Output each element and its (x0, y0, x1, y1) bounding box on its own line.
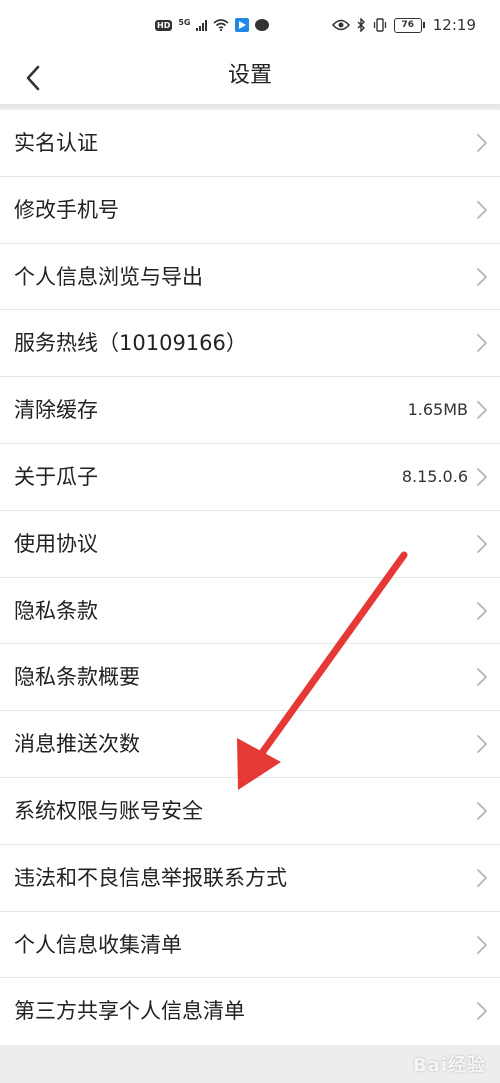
settings-row-label: 修改手机号 (14, 197, 119, 222)
clock: 12:19 (432, 16, 476, 34)
bluetooth-icon (357, 18, 365, 32)
settings-row-label: 系统权限与账号安全 (14, 798, 203, 823)
chevron-right-icon (477, 468, 487, 486)
chevron-right-icon (477, 200, 487, 219)
settings-row[interactable]: 消息推送次数 (0, 711, 500, 778)
settings-row[interactable]: 使用协议 (0, 510, 500, 578)
top-nav-bar: 设置 (0, 52, 500, 104)
watermark-logo: Bai经验 (412, 1055, 486, 1076)
battery-icon: 76 (393, 17, 425, 33)
chevron-right-icon (477, 735, 487, 754)
chevron-right-icon (477, 134, 487, 152)
chevron-right-icon (477, 401, 487, 420)
settings-row-label: 消息推送次数 (14, 732, 140, 757)
signal-icon (196, 19, 208, 31)
settings-row[interactable]: 系统权限与账号安全 (0, 777, 500, 845)
settings-row[interactable]: 服务热线（10109166） (0, 310, 500, 378)
settings-row[interactable]: 个人信息浏览与导出 (0, 243, 500, 311)
page-title: 设置 (227, 63, 272, 88)
chevron-right-icon (477, 534, 487, 553)
network-type: 5G (178, 18, 191, 27)
settings-row-label: 违法和不良信息举报联系方式 (14, 865, 287, 890)
status-left-icons: HD 5G (155, 18, 270, 32)
settings-row[interactable]: 隐私条款概要 (0, 644, 500, 712)
chevron-right-icon (477, 668, 487, 687)
chevron-right-icon (477, 1002, 487, 1021)
settings-row-value: 1.65MB (407, 400, 468, 420)
settings-row[interactable]: 第三方共享个人信息清单 (0, 978, 500, 1046)
hd-badge: HD (155, 19, 173, 31)
settings-row-label: 关于瓜子 (14, 464, 98, 489)
settings-row-label: 服务热线（10109166） (14, 331, 247, 356)
settings-list: 实名认证修改手机号个人信息浏览与导出服务热线（10109166） 清除缓存 1.65… (0, 110, 500, 1046)
settings-row[interactable]: 违法和不良信息举报联系方式 (0, 844, 500, 912)
app-notification-icon (235, 18, 250, 32)
settings-row[interactable]: 修改手机号 (0, 176, 500, 244)
status-right-icons: 76 12:19 (331, 16, 476, 34)
chevron-right-icon (477, 334, 487, 353)
settings-row-label: 隐私条款概要 (14, 665, 140, 690)
chevron-right-icon (477, 868, 487, 887)
message-icon (255, 19, 270, 31)
settings-row-label: 隐私条款 (14, 598, 98, 623)
settings-row[interactable]: 实名认证 (0, 110, 500, 177)
settings-row[interactable]: 清除缓存 1.65MB (0, 377, 500, 444)
settings-row-value: 8.15.0.6 (401, 466, 468, 486)
settings-row[interactable]: 个人信息收集清单 (0, 911, 500, 979)
settings-row-label: 清除缓存 (14, 398, 98, 423)
settings-row-label: 个人信息收集清单 (14, 932, 182, 957)
settings-row-label: 第三方共享个人信息清单 (14, 999, 245, 1024)
settings-row-label: 使用协议 (14, 531, 98, 556)
vibrate-icon (373, 18, 386, 32)
chevron-right-icon (477, 935, 487, 954)
wifi-icon (213, 19, 230, 31)
eye-icon (331, 19, 350, 31)
settings-row[interactable]: 隐私条款 (0, 577, 500, 645)
chevron-right-icon (477, 267, 487, 286)
chevron-right-icon (477, 601, 487, 620)
status-bar: HD 5G 76 12:19 (0, 0, 500, 52)
settings-row-label: 个人信息浏览与导出 (14, 264, 203, 289)
settings-row-label: 实名认证 (14, 131, 98, 155)
chevron-right-icon (477, 802, 487, 820)
settings-row[interactable]: 关于瓜子 8.15.0.6 (0, 443, 500, 511)
